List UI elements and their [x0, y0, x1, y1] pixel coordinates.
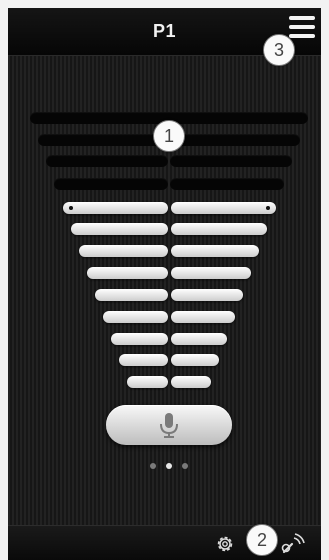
microphone-button[interactable]: [106, 405, 232, 445]
level-bar-left: [111, 333, 168, 345]
level-bar-left: [103, 311, 168, 323]
callout-1: 1: [153, 120, 185, 152]
level-bar-right: [171, 354, 219, 366]
callout-2: 2: [246, 524, 278, 556]
level-bar-right: [171, 311, 235, 323]
app-screen: P1 1 2 3: [8, 8, 321, 560]
level-bar-right: [170, 178, 284, 190]
level-bar-right: [170, 155, 292, 167]
level-bar-left: [87, 267, 168, 279]
level-bar-left: [54, 178, 168, 190]
level-bar-right: [171, 202, 276, 214]
level-bar-left: [63, 202, 168, 214]
page-dot-active[interactable]: [166, 463, 172, 469]
gear-icon[interactable]: [214, 533, 236, 555]
level-bar-right: [171, 376, 211, 388]
level-bar-right: [171, 267, 251, 279]
level-bar-left: [46, 155, 168, 167]
level-bar-left: [95, 289, 168, 301]
page-dot[interactable]: [150, 463, 156, 469]
peak-marker: [266, 206, 270, 210]
level-bar-left: [119, 354, 168, 366]
level-bar-right: [171, 333, 227, 345]
peak-marker: [69, 206, 73, 210]
level-bar-right: [171, 223, 267, 235]
level-bar-left: [71, 223, 168, 235]
level-bar-left: [79, 245, 168, 257]
level-bar-right: [171, 245, 259, 257]
page-dot[interactable]: [182, 463, 188, 469]
level-bar-right: [171, 289, 243, 301]
menu-button[interactable]: [289, 16, 315, 40]
wireless-signal-icon[interactable]: [280, 532, 306, 556]
callout-3: 3: [263, 34, 295, 66]
level-bar-left: [127, 376, 168, 388]
microphone-icon: [160, 413, 178, 438]
